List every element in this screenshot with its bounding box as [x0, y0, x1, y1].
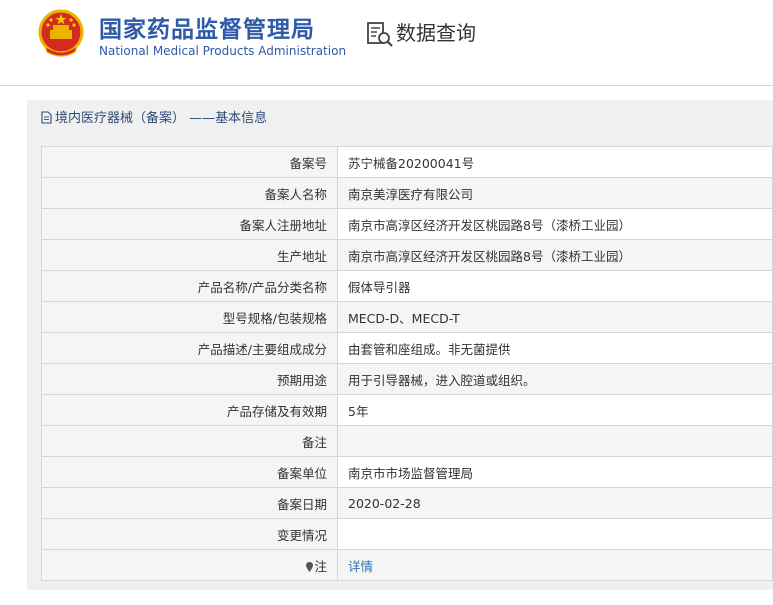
- data-query-label: 数据查询: [396, 21, 476, 45]
- row-value: MECD-D、MECD-T: [337, 301, 773, 333]
- table-row: 变更情况: [41, 518, 773, 550]
- pin-icon: [306, 561, 314, 572]
- table-row: 备注: [41, 425, 773, 457]
- row-value: 苏宁械备20200041号: [337, 146, 773, 178]
- header-divider: [0, 85, 773, 86]
- row-label: 备案号: [41, 146, 338, 178]
- table-row: 产品描述/主要组成成分 由套管和座组成。非无菌提供: [41, 332, 773, 364]
- panel-title-text: 境内医疗器械（备案） ——基本信息: [55, 111, 268, 126]
- row-value: 2020-02-28: [337, 487, 773, 519]
- table-row: 型号规格/包装规格 MECD-D、MECD-T: [41, 301, 773, 333]
- note-value: 详情: [337, 549, 773, 581]
- document-icon: [41, 111, 52, 124]
- row-label: 备案人名称: [41, 177, 338, 209]
- note-label: 注: [41, 549, 338, 581]
- table-row: 备案人名称 南京美淳医疗有限公司: [41, 177, 773, 209]
- row-label: 产品描述/主要组成成分: [41, 332, 338, 364]
- row-label: 型号规格/包装规格: [41, 301, 338, 333]
- row-label: 预期用途: [41, 363, 338, 395]
- table-row: 产品存储及有效期 5年: [41, 394, 773, 426]
- row-value: 南京美淳医疗有限公司: [337, 177, 773, 209]
- row-label: 变更情况: [41, 518, 338, 550]
- row-value: [337, 518, 773, 550]
- agency-name-cn[interactable]: 国家药品监督管理局: [99, 10, 315, 44]
- site-header: 国家药品监督管理局 National Medical Products Admi…: [0, 0, 773, 86]
- table-row: 预期用途 用于引导器械，进入腔道或组织。: [41, 363, 773, 395]
- table-row: 产品名称/产品分类名称 假体导引器: [41, 270, 773, 302]
- row-value: 用于引导器械，进入腔道或组织。: [337, 363, 773, 395]
- record-info-table: 备案号 苏宁械备20200041号 备案人名称 南京美淳医疗有限公司 备案人注册…: [41, 146, 773, 581]
- row-value: 5年: [337, 394, 773, 426]
- table-row: 备案号 苏宁械备20200041号: [41, 146, 773, 178]
- document-search-icon: [367, 22, 393, 47]
- row-value: 由套管和座组成。非无菌提供: [337, 332, 773, 364]
- row-value: 假体导引器: [337, 270, 773, 302]
- row-label: 备案人注册地址: [41, 208, 338, 240]
- national-emblem-icon: [38, 9, 84, 57]
- table-row: 备案单位 南京市市场监督管理局: [41, 456, 773, 488]
- table-row: 备案日期 2020-02-28: [41, 487, 773, 519]
- row-value: 南京市高淳区经济开发区桃园路8号（漆桥工业园）: [337, 208, 773, 240]
- row-label: 产品名称/产品分类名称: [41, 270, 338, 302]
- row-label: 备案单位: [41, 456, 338, 488]
- table-row: 生产地址 南京市高淳区经济开发区桃园路8号（漆桥工业园）: [41, 239, 773, 271]
- row-label: 备案日期: [41, 487, 338, 519]
- row-value: 南京市高淳区经济开发区桃园路8号（漆桥工业园）: [337, 239, 773, 271]
- details-link[interactable]: 详情: [348, 559, 373, 574]
- row-label: 产品存储及有效期: [41, 394, 338, 426]
- table-row: 备案人注册地址 南京市高淳区经济开发区桃园路8号（漆桥工业园）: [41, 208, 773, 240]
- row-label: 备注: [41, 425, 338, 457]
- row-value: 南京市市场监督管理局: [337, 456, 773, 488]
- row-value: [337, 425, 773, 457]
- note-row: 注 详情: [41, 549, 773, 581]
- note-label-text: 注: [314, 558, 327, 574]
- row-label: 生产地址: [41, 239, 338, 271]
- agency-name-en[interactable]: National Medical Products Administration: [99, 44, 346, 58]
- panel-title: 境内医疗器械（备案） ——基本信息: [41, 108, 267, 130]
